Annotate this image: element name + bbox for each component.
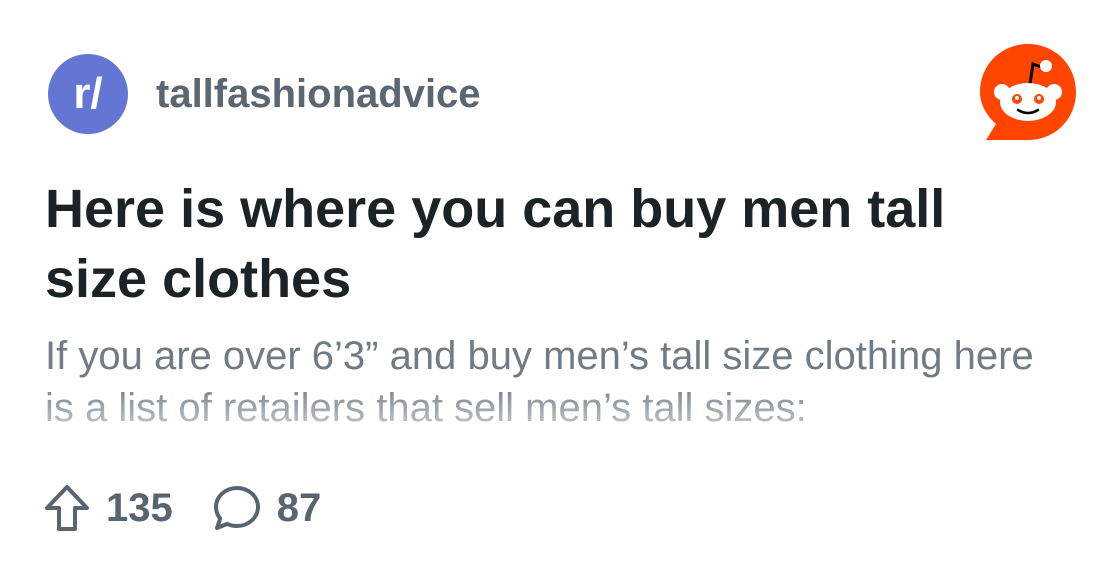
reddit-snoo-icon — [980, 44, 1076, 140]
subreddit-avatar[interactable]: r/ — [48, 54, 128, 134]
comment-stat[interactable]: 87 — [213, 484, 322, 532]
post-stats: 135 87 — [44, 484, 321, 532]
post-card[interactable]: r/ tallfashionadvice Here is where you c… — [0, 0, 1120, 584]
svg-text:r/: r/ — [73, 69, 102, 118]
upvote-arrow-icon[interactable] — [44, 484, 90, 532]
comment-count: 87 — [276, 485, 322, 530]
subreddit-r-icon: r/ — [73, 69, 102, 118]
upvote-count: 135 — [106, 485, 173, 530]
subreddit-name[interactable]: tallfashionadvice — [156, 72, 481, 117]
comment-bubble-icon[interactable] — [213, 484, 261, 532]
upvote-stat[interactable]: 135 — [44, 484, 173, 532]
post-body-preview: If you are over 6’3” and buy men’s tall … — [45, 334, 1034, 430]
post-title[interactable]: Here is where you can buy men tall size … — [45, 174, 1055, 314]
post-header: r/ tallfashionadvice — [48, 54, 481, 134]
